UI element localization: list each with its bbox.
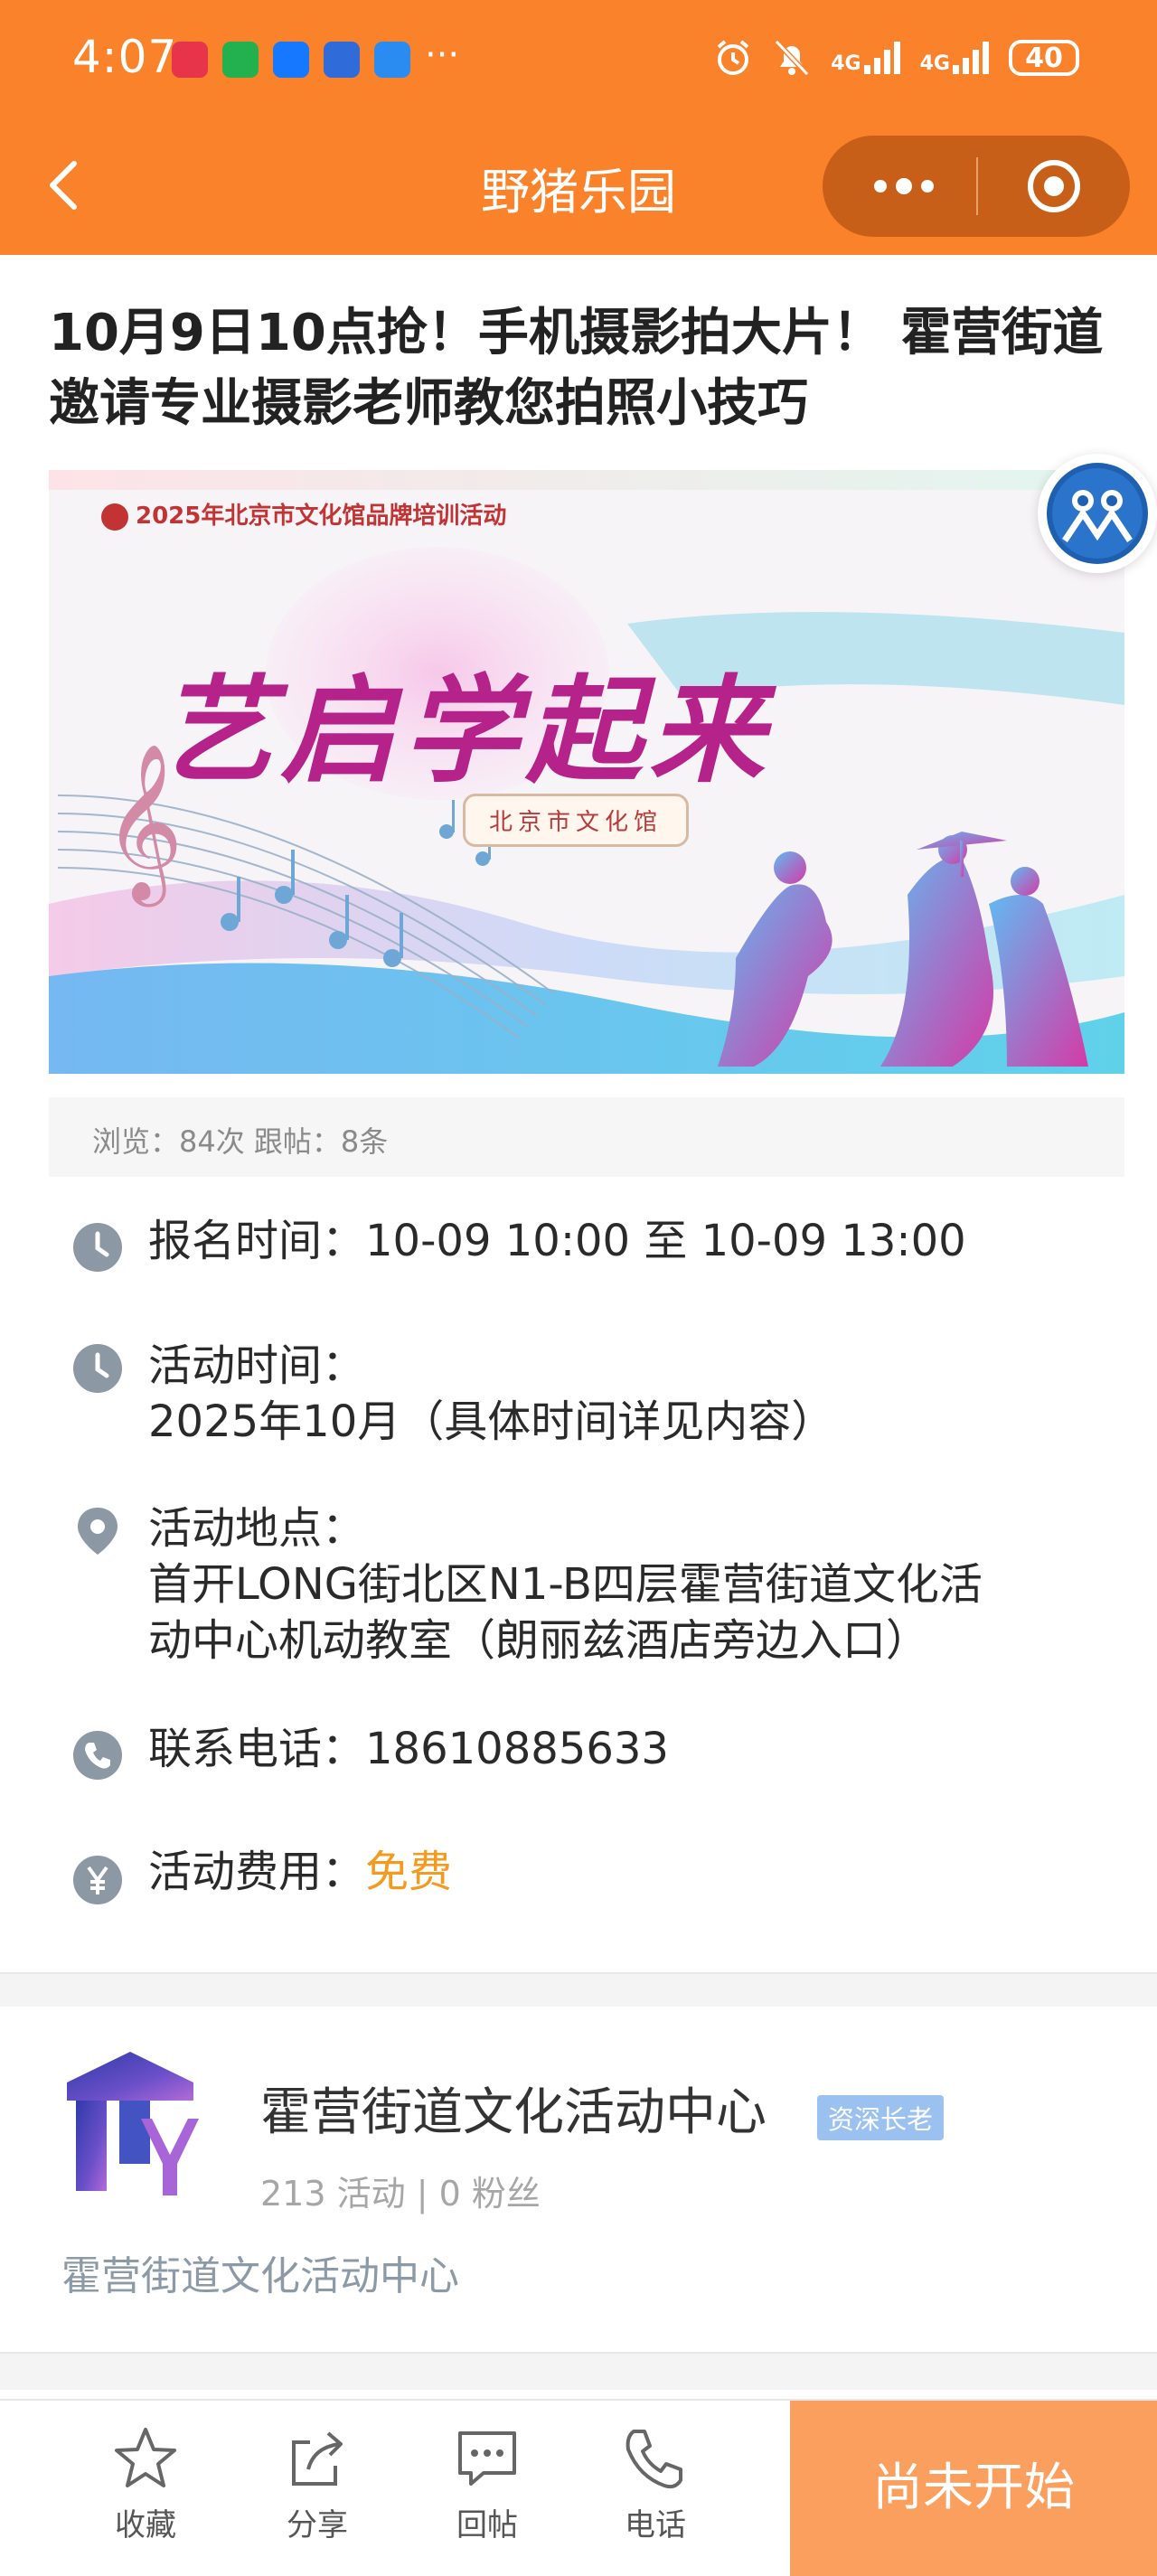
more-dots-icon xyxy=(874,178,934,194)
alipay-icon xyxy=(273,42,309,78)
battery-indicator: 40 xyxy=(1009,40,1079,76)
signup-time-value: 10-09 10:00 至 10-09 13:00 xyxy=(365,1216,966,1266)
fee-row: 活动费用：免费 xyxy=(72,1844,1112,1907)
location-text: 活动地点： 首开LONG街北区N1-B四层霍营街道文化活 动中心机动教室（朗丽兹酒店… xyxy=(148,1503,983,1666)
location-row: 活动地点： 首开LONG街北区N1-B四层霍营街道文化活 动中心机动教室（朗丽兹酒店… xyxy=(72,1500,1112,1669)
phone-row[interactable]: 联系电话：18610885633 xyxy=(72,1721,1112,1784)
organization-logo-icon xyxy=(1047,463,1148,564)
fee-text: 活动费用：免费 xyxy=(148,1847,453,1897)
message-icon xyxy=(374,42,410,78)
mini-program-capsule xyxy=(823,136,1130,237)
activity-time-text: 活动时间： 2025年10月（具体时间详见内容） xyxy=(148,1340,835,1447)
location-line-1: 首开LONG街北区N1-B四层霍营街道文化活 xyxy=(148,1559,983,1610)
organizer-name[interactable]: 霍营街道文化活动中心 xyxy=(260,2072,767,2145)
organizer-rank-badge: 资深长老 xyxy=(817,2095,945,2140)
reply-label: 回帖 xyxy=(456,2507,518,2543)
yen-icon xyxy=(73,1856,122,1904)
view-stats-bar: 浏览：84次 跟帖：8条 xyxy=(49,1097,1124,1177)
floating-logo-button[interactable] xyxy=(1038,454,1157,573)
star-icon xyxy=(115,2428,176,2487)
location-pin-icon xyxy=(78,1508,118,1555)
status-indicators: 4G 4G 40 xyxy=(713,38,1079,78)
favorite-label: 收藏 xyxy=(115,2507,176,2543)
signal-2-icon: 4G xyxy=(920,42,989,74)
target-icon xyxy=(1028,160,1080,212)
share-label: 分享 xyxy=(287,2507,348,2543)
article-title: 10月9日10点抢！手机摄影拍大片！ 霍营街道邀请专业摄影老师教您拍照小技巧 xyxy=(49,304,1104,433)
view-stats-text: 浏览：84次 跟帖：8条 xyxy=(92,1124,389,1159)
reply-button[interactable]: 回帖 xyxy=(428,2424,546,2544)
bottom-action-bar: 收藏 分享 回帖 电话 尚未开始 xyxy=(0,2399,1157,2576)
phone-icon xyxy=(626,2430,682,2489)
call-label: 电话 xyxy=(625,2507,686,2543)
mute-bell-icon xyxy=(775,39,810,77)
call-button[interactable]: 电话 xyxy=(597,2424,714,2544)
activity-time-value: 2025年10月（具体时间详见内容） xyxy=(148,1396,835,1447)
top-bar: 4:07 ··· 4G 4G 40 野猪乐园 xyxy=(0,0,1157,255)
section-divider xyxy=(0,2352,1157,2390)
huawei-app-icon xyxy=(172,42,208,78)
status-time: 4:07 xyxy=(72,31,178,83)
clock-icon xyxy=(73,1223,122,1272)
more-menu-button[interactable] xyxy=(868,170,940,202)
alarm-icon xyxy=(717,40,749,75)
signup-time-row: 报名时间：10-09 10:00 至 10-09 13:00 xyxy=(72,1213,1112,1276)
signal-1-icon: 4G xyxy=(831,42,900,74)
app-notification-icon xyxy=(324,42,360,78)
organizer-logo[interactable] xyxy=(58,2046,202,2200)
organizer-stats: 213 活动 | 0 粉丝 xyxy=(260,2174,541,2214)
banner-main-text: 艺启学起来 xyxy=(156,663,772,799)
capsule-divider xyxy=(976,157,978,215)
favorite-button[interactable]: 收藏 xyxy=(87,2424,204,2544)
phone-value[interactable]: 18610885633 xyxy=(365,1724,669,1774)
event-banner-image: 𝄞 2025年北京市文化馆品牌培训活动 艺启学起来 北京市文化馆 xyxy=(49,470,1124,1074)
organizer-logo-icon xyxy=(67,2052,199,2195)
clock-icon xyxy=(73,1344,122,1393)
banner-sub-text: 北京市文化馆 xyxy=(463,794,690,847)
comment-icon xyxy=(458,2431,516,2486)
close-mini-program-button[interactable] xyxy=(1025,157,1083,215)
share-button[interactable]: 分享 xyxy=(259,2424,376,2544)
phone-text: 联系电话：18610885633 xyxy=(148,1724,669,1774)
registration-status-button[interactable]: 尚未开始 xyxy=(790,2401,1157,2576)
organizer-description: 霍营街道文化活动中心 xyxy=(61,2253,459,2299)
more-notifications-icon: ··· xyxy=(425,34,460,76)
wechat-icon xyxy=(222,42,259,78)
seal-icon xyxy=(101,503,128,531)
phone-icon xyxy=(73,1731,122,1780)
fee-value: 免费 xyxy=(365,1847,453,1897)
section-divider xyxy=(0,1972,1157,2007)
share-icon xyxy=(292,2431,343,2486)
signup-time-text: 报名时间：10-09 10:00 至 10-09 13:00 xyxy=(148,1216,966,1266)
banner-top-text: 2025年北京市文化馆品牌培训活动 xyxy=(101,497,506,531)
activity-time-row: 活动时间： 2025年10月（具体时间详见内容） xyxy=(72,1338,1112,1450)
location-line-2: 动中心机动教室（朗丽兹酒店旁边入口） xyxy=(148,1615,930,1666)
